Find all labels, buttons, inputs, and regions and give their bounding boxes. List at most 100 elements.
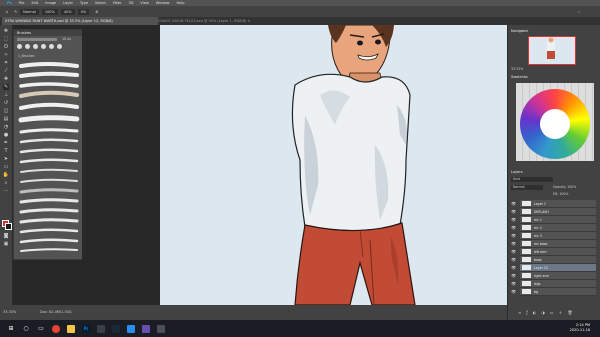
windows-start-icon[interactable]: ⊞: [7, 324, 15, 333]
lasso-tool-icon[interactable]: ʘ: [3, 44, 9, 50]
brush-size-slider[interactable]: [17, 38, 57, 41]
menu-select[interactable]: Select: [95, 1, 106, 5]
eye-icon[interactable]: 👁: [511, 233, 517, 238]
menu-view[interactable]: View: [140, 1, 148, 5]
brush-tool-icon[interactable]: ✎: [14, 10, 17, 14]
brush-tool-icon[interactable]: ✎: [3, 84, 9, 90]
stamp-tool-icon[interactable]: ⊥: [3, 92, 9, 98]
layer-fill[interactable]: Fill: 100%: [553, 192, 568, 196]
layer-row[interactable]: 👁 mc 3: [511, 232, 596, 240]
layer-row[interactable]: 👁 Layer 1: [511, 200, 596, 208]
more-tools-icon[interactable]: ⋯: [3, 188, 9, 194]
layer-row[interactable]: 👁 bg: [511, 288, 596, 296]
eye-icon[interactable]: 👁: [511, 201, 517, 206]
menu-layer[interactable]: Layer: [63, 1, 73, 5]
eraser-tool-icon[interactable]: ◫: [3, 108, 9, 114]
tab-other-document[interactable]: CHAOS VISION TEL03.psd @ 50% (Layer 1, R…: [155, 17, 321, 25]
healing-tool-icon[interactable]: ✚: [3, 76, 9, 82]
layer-row[interactable]: 👁 body: [511, 256, 596, 264]
screen-mode-icon[interactable]: ▣: [3, 241, 9, 247]
taskbar-clock[interactable]: 2:14 PM 2020-11-18: [570, 323, 590, 333]
app-icon[interactable]: [142, 324, 150, 333]
zoom-tool-icon[interactable]: ⌕: [3, 180, 9, 186]
eye-icon[interactable]: 👁: [511, 217, 517, 222]
marquee-tool-icon[interactable]: ⬚: [3, 36, 9, 42]
crop-tool-icon[interactable]: ⌗: [3, 60, 9, 66]
brush-preset-dot[interactable]: [49, 44, 54, 49]
swatches-title[interactable]: Swatches: [511, 75, 528, 79]
photoshop-icon[interactable]: Ps: [82, 324, 90, 333]
chrome-icon[interactable]: [52, 324, 60, 333]
trash-icon[interactable]: 🗑: [568, 310, 573, 316]
brush-preset-dot[interactable]: [17, 44, 22, 49]
eye-icon[interactable]: 👁: [511, 257, 517, 262]
layer-row[interactable]: 👁 left arm: [511, 248, 596, 256]
eye-icon[interactable]: 👁: [511, 281, 517, 286]
eye-icon[interactable]: 👁: [511, 209, 517, 214]
dodge-tool-icon[interactable]: ●: [3, 132, 9, 138]
folder-icon[interactable]: ▭: [550, 310, 554, 316]
eye-icon[interactable]: 👁: [511, 249, 517, 254]
brush-strokes-list[interactable]: [17, 60, 81, 255]
brush-preset-dot[interactable]: [41, 44, 46, 49]
app-icon[interactable]: [97, 324, 105, 333]
tab-active-document[interactable]: XTRA WHINING PAINT WARTH.psd @ 33.3% (La…: [2, 17, 158, 25]
explorer-icon[interactable]: [67, 324, 75, 333]
eye-icon[interactable]: 👁: [511, 265, 517, 270]
menu-help[interactable]: Help: [177, 1, 185, 5]
new-layer-icon[interactable]: ＋: [559, 310, 563, 316]
steam-icon[interactable]: [112, 324, 120, 333]
flow-field[interactable]: 40%: [60, 8, 75, 15]
gradient-tool-icon[interactable]: ▤: [3, 116, 9, 122]
mode-select[interactable]: Normal: [20, 8, 39, 15]
menu-edit[interactable]: Edit: [31, 1, 38, 5]
background-color-swatch[interactable]: [5, 223, 12, 230]
layer-row-selected[interactable]: 👁 Layer 12: [511, 264, 596, 272]
quick-mask-icon[interactable]: ◙: [3, 233, 9, 239]
eyedropper-tool-icon[interactable]: ⁄: [3, 68, 9, 74]
layers-kind-filter[interactable]: Kind: [511, 177, 553, 182]
layer-opacity[interactable]: Opacity: 100%: [553, 185, 576, 189]
path-select-icon[interactable]: ➤: [3, 156, 9, 162]
opacity-field[interactable]: 100%: [41, 8, 58, 15]
menu-filter[interactable]: Filter: [113, 1, 122, 5]
menu-window[interactable]: Window: [156, 1, 170, 5]
search-icon[interactable]: ⌕: [578, 10, 580, 14]
navigator-title[interactable]: Navigator: [511, 29, 528, 33]
brush-preset-dot[interactable]: [25, 44, 30, 49]
link-icon[interactable]: ∞: [518, 310, 521, 316]
quick-select-tool-icon[interactable]: ✧: [3, 52, 9, 58]
hand-tool-icon[interactable]: ✋: [3, 172, 9, 178]
mask-icon[interactable]: ◐: [533, 310, 537, 316]
menu-file[interactable]: File: [19, 1, 25, 5]
shape-tool-icon[interactable]: ▭: [3, 164, 9, 170]
search-icon[interactable]: ○: [22, 325, 30, 333]
layer-row[interactable]: 👁 mc 1: [511, 216, 596, 224]
home-icon[interactable]: ⌂: [6, 10, 8, 14]
eye-icon[interactable]: 👁: [511, 241, 517, 246]
eye-icon[interactable]: 👁: [511, 273, 517, 278]
gear-icon[interactable]: ⚙: [95, 10, 98, 14]
layer-row[interactable]: 👁 legs: [511, 280, 596, 288]
layers-title[interactable]: Layers: [511, 170, 523, 174]
menu-3d[interactable]: 3D: [129, 1, 134, 5]
menu-image[interactable]: Image: [45, 1, 56, 5]
artwork-canvas[interactable]: [160, 25, 508, 305]
adjustment-icon[interactable]: ◑: [541, 310, 545, 316]
layer-row[interactable]: 👁 mc 2: [511, 224, 596, 232]
pen-tool-icon[interactable]: ✒: [3, 140, 9, 146]
eye-icon[interactable]: 👁: [511, 225, 517, 230]
eye-icon[interactable]: 👁: [511, 289, 517, 294]
navigator-preview[interactable]: [528, 36, 576, 65]
brush-preset-dot[interactable]: [33, 44, 38, 49]
move-tool-icon[interactable]: ✥: [3, 28, 9, 34]
blend-mode-select[interactable]: Normal: [511, 185, 543, 190]
menu-type[interactable]: Type: [80, 1, 88, 5]
brush-preset-dot[interactable]: [57, 44, 62, 49]
fx-icon[interactable]: ƒ: [526, 310, 527, 316]
layer-row[interactable]: 👁 right arm: [511, 272, 596, 280]
type-tool-icon[interactable]: T: [3, 148, 9, 154]
app-icon[interactable]: [157, 324, 165, 333]
status-zoom[interactable]: 33.33%: [3, 310, 16, 314]
layer-row[interactable]: 👁 DEFLASH: [511, 208, 596, 216]
